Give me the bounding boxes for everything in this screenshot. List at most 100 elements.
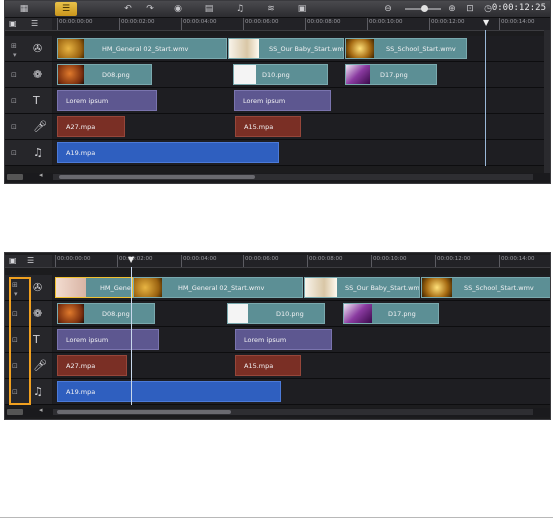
voice-track-icon: 🎤︎ — [33, 120, 47, 133]
horizontal-scrollbar-thumb[interactable] — [57, 410, 231, 414]
auto-music-icon[interactable]: ♫ — [229, 2, 251, 16]
title-lane[interactable]: Lorem ipsum Lorem ipsum — [53, 327, 550, 352]
video-clip[interactable]: SS_Our Baby_Start.wmv — [304, 277, 420, 298]
add-chapter-icon[interactable]: ☰ — [31, 19, 38, 28]
ripple-editing-icon[interactable]: ⊞ — [11, 42, 17, 50]
ripple-editing-icon[interactable]: ⊡ — [11, 71, 17, 79]
playhead-marker-icon[interactable]: ▼ — [483, 18, 489, 27]
bottom-strip: ◂ — [5, 171, 550, 182]
ripple-editing-icon[interactable]: ⊡ — [11, 149, 17, 157]
video-lane[interactable]: HM_General 02_Start.wmv SS_Our Baby_Star… — [53, 36, 550, 61]
voice-lane[interactable]: A27.mpa A15.mpa — [53, 353, 550, 378]
chapter-cue-icon[interactable]: ▣ — [291, 2, 313, 16]
clip-thumbnail — [422, 278, 452, 297]
timeline-view-icon[interactable]: ☰ — [55, 2, 77, 16]
zoom-slider-handle[interactable] — [421, 5, 428, 12]
video-clip[interactable]: SS_School_Start.wmv — [345, 38, 467, 59]
redo-icon[interactable]: ↷ — [139, 2, 161, 16]
add-chapter-icon[interactable]: ☰ — [27, 256, 34, 265]
overlay-lane[interactable]: D08.png D10.png D17.png — [53, 62, 550, 87]
music-lane[interactable]: A19.mpa — [53, 140, 550, 165]
voice-lane[interactable]: A27.mpa A15.mpa — [53, 114, 550, 139]
title-track: ⊡ T Lorem ipsum Lorem ipsum — [5, 88, 550, 114]
music-track: ⊡ ♫ A19.mpa — [5, 140, 550, 166]
overlay-clip[interactable]: D17.png — [345, 64, 437, 85]
track-manager-icon[interactable]: ▣ — [9, 256, 17, 265]
audio-waveform-icon[interactable]: ≋ — [260, 2, 282, 16]
undo-icon[interactable]: ↶ — [117, 2, 139, 16]
overlay-clip[interactable]: D10.png — [227, 303, 325, 324]
title-clip[interactable]: Lorem ipsum — [234, 90, 331, 111]
title-clip[interactable]: Lorem ipsum — [57, 329, 159, 350]
timeline-panel-after: ▣ ☰ 00:00:00:00 00:00:02:00 00:00:04:00 … — [4, 252, 551, 420]
title-lane[interactable]: Lorem ipsum Lorem ipsum — [53, 88, 550, 113]
title-clip[interactable]: Lorem ipsum — [235, 329, 332, 350]
voice-clip[interactable]: A15.mpa — [235, 116, 301, 137]
timeline-ruler[interactable]: ▣ ☰ 00:00:00:00 00:00:02:00 00:00:04:00 … — [5, 255, 550, 268]
title-track: ⊡ T Lorem ipsum Lorem ipsum — [5, 327, 550, 353]
voice-track: ⊡ 🎤︎ A27.mpa A15.mpa — [5, 353, 550, 379]
playhead-line[interactable] — [485, 30, 486, 166]
title-track-header: ⊡ T — [5, 88, 52, 113]
horizontal-scrollbar-thumb[interactable] — [59, 175, 255, 179]
overlay-clip[interactable]: D08.png — [57, 303, 155, 324]
music-clip[interactable]: A19.mpa — [57, 381, 281, 402]
ruler-head: ▣ ☰ — [5, 255, 52, 267]
music-track-icon: ♫ — [33, 146, 43, 159]
ruler-label: 00:00:14:00 — [501, 19, 535, 25]
music-clip[interactable]: A19.mpa — [57, 142, 279, 163]
track-manager-icon[interactable]: ▣ — [9, 19, 17, 28]
playhead-line[interactable] — [131, 267, 132, 405]
bottom-strip: ◂ — [5, 406, 550, 417]
record-capture-icon[interactable]: ◉ — [167, 2, 189, 16]
clip-thumbnail — [305, 278, 337, 297]
voice-clip[interactable]: A27.mpa — [57, 116, 125, 137]
zoom-mini-icon[interactable] — [7, 174, 23, 180]
timeline-ruler[interactable]: ▣ ☰ 00:00:00:00 00:00:02:00 00:00:04:00 … — [5, 18, 550, 31]
voice-clip[interactable]: A15.mpa — [235, 355, 301, 376]
vertical-scrollbar[interactable] — [544, 30, 550, 173]
video-lane[interactable]: HM_Genera HM_General 02_Start.wmv SS_Our… — [53, 275, 550, 300]
clip-thumbnail — [56, 278, 86, 297]
overlay-clip[interactable]: D10.png — [233, 64, 328, 85]
video-track: ⊞ ▾ ✇ HM_General 02_Start.wmv SS_Our Bab… — [5, 36, 550, 62]
music-track-icon: ♫ — [33, 385, 43, 398]
clip-thumbnail — [58, 39, 84, 58]
playhead-marker-icon[interactable]: ▼ — [128, 255, 134, 264]
music-lane[interactable]: A19.mpa — [53, 379, 550, 404]
ruler-label: 00:00:08:00 — [309, 256, 343, 262]
overlay-track: ⊡ ❁ D08.png D10.png D17.png — [5, 62, 550, 88]
ruler-label: 00:00:10:00 — [373, 256, 407, 262]
clip-thumbnail — [344, 304, 372, 323]
title-clip[interactable]: Lorem ipsum — [57, 90, 157, 111]
video-track-header: ⊞ ▾ ✇ — [5, 36, 52, 61]
overlay-lane[interactable]: D08.png D10.png D17.png — [53, 301, 550, 326]
scroll-left-icon[interactable]: ◂ — [39, 406, 43, 414]
overlay-clip[interactable]: D17.png — [343, 303, 439, 324]
clip-thumbnail — [58, 65, 84, 84]
clip-thumbnail — [134, 278, 162, 297]
video-clip[interactable]: HM_General 02_Start.wmv — [57, 38, 227, 59]
ruler-label: 00:00:12:00 — [437, 256, 471, 262]
overlay-clip[interactable]: D08.png — [57, 64, 152, 85]
video-clip[interactable]: SS_Our Baby_Start.wmv — [228, 38, 344, 59]
sound-mixer-icon[interactable]: ▤ — [198, 2, 220, 16]
ripple-editing-icon[interactable]: ⊡ — [11, 123, 17, 131]
timecode-display[interactable]: 0:00:12:25 — [492, 3, 546, 13]
zoom-out-icon[interactable]: ⊖ — [377, 2, 399, 16]
dropdown-arrow-icon[interactable]: ▾ — [13, 51, 17, 59]
voice-clip[interactable]: A27.mpa — [57, 355, 127, 376]
video-clip-selected[interactable]: HM_Genera — [55, 277, 133, 298]
scroll-left-icon[interactable]: ◂ — [39, 171, 43, 179]
zoom-mini-icon[interactable] — [7, 409, 23, 415]
clip-thumbnail — [228, 304, 248, 323]
horizontal-scrollbar[interactable] — [53, 174, 533, 180]
overlay-track-icon: ❁ — [33, 307, 43, 320]
ripple-editing-icon[interactable]: ⊡ — [11, 97, 17, 105]
video-track: ⊞ ▾ ✇ HM_Genera HM_General 02_Start.wmv … — [5, 275, 550, 301]
video-clip[interactable]: HM_General 02_Start.wmv — [133, 277, 303, 298]
storyboard-view-icon[interactable]: ▦ — [13, 2, 35, 16]
horizontal-scrollbar[interactable] — [53, 409, 533, 415]
video-clip[interactable]: SS_School_Start.wmv — [421, 277, 550, 298]
voice-track: ⊡ 🎤︎ A27.mpa A15.mpa — [5, 114, 550, 140]
